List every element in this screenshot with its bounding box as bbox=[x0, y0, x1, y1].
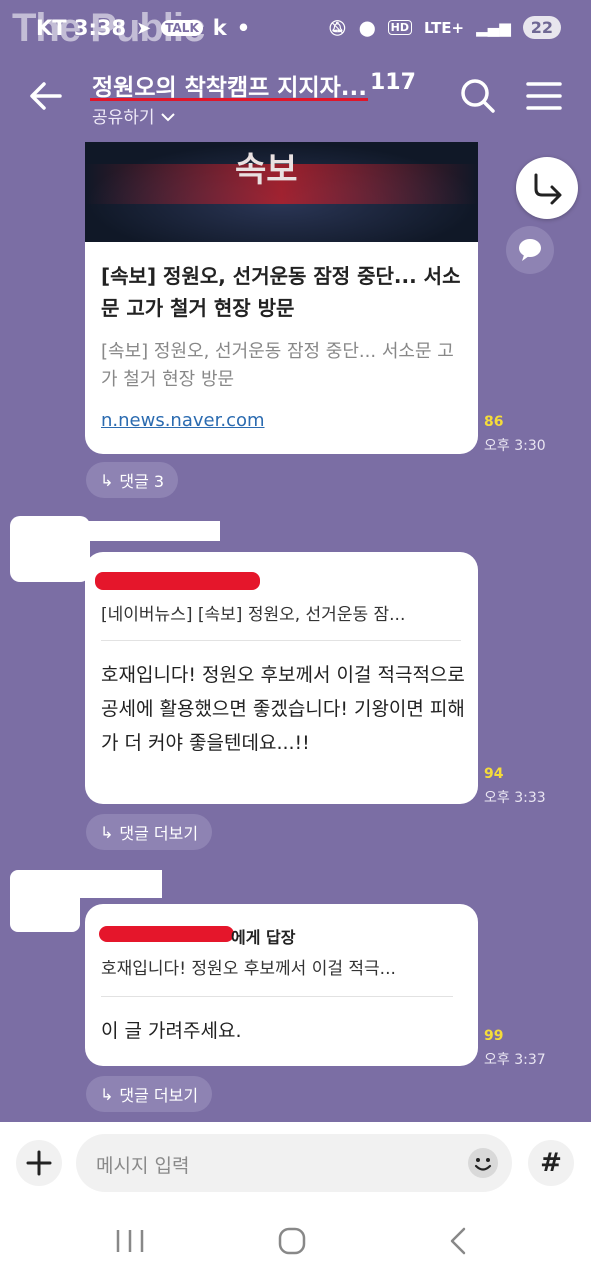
search-button[interactable] bbox=[458, 76, 498, 116]
member-count: 117 bbox=[370, 70, 416, 95]
reply-arrow-icon: ↳ bbox=[100, 470, 114, 490]
dot-icon: • bbox=[236, 16, 251, 40]
reply-thread-button[interactable]: ↳ 댓글 더보기 bbox=[86, 814, 213, 850]
thumbnail-text: 속보 bbox=[235, 150, 298, 190]
status-right: 🔕︎ ⬤ HD LTE+ ▂▄▆ 22 bbox=[328, 16, 561, 39]
recents-button[interactable] bbox=[110, 1226, 150, 1256]
battery-badge: 22 bbox=[522, 16, 561, 39]
unread-count: 86 bbox=[484, 414, 504, 430]
card-description: [속보] 정원오, 선거운동 잠정 중단... 서소문 고가 철거 현장 방문 bbox=[101, 341, 454, 390]
message-input-bar: 메시지 입력 # bbox=[0, 1122, 591, 1204]
redacted-sender-name bbox=[40, 521, 220, 541]
system-nav-bar bbox=[0, 1204, 591, 1280]
link-preview-card[interactable]: 속보 [속보] 정원오, 선거운동 잠정 중단... 서소문 고가 철거 현장 … bbox=[85, 142, 478, 454]
quote-divider bbox=[101, 640, 461, 641]
telegram-icon: ➤ bbox=[136, 17, 152, 39]
message-time: 오후 3:33 bbox=[484, 790, 546, 806]
comment-button[interactable] bbox=[506, 226, 554, 274]
talk-icon: TALK bbox=[161, 20, 203, 36]
reply-chip-label: 댓글 3 bbox=[119, 472, 165, 491]
reply-to-label: 에게 답장 bbox=[231, 928, 296, 947]
reply-arrow-icon: ↳ bbox=[100, 822, 114, 842]
hamburger-icon bbox=[526, 82, 562, 110]
home-button[interactable] bbox=[272, 1226, 312, 1256]
emoji-button[interactable] bbox=[466, 1146, 500, 1180]
chevron-left-icon bbox=[450, 1227, 466, 1255]
status-bar: The Public KT 3:38 ➤ TALK k • 🔕︎ ⬤ HD LT… bbox=[0, 0, 591, 60]
reply-message-bubble[interactable]: 에게 답장 호재입니다! 정원오 후보께서 이걸 적극... 이 글 가려주세요… bbox=[85, 904, 478, 1066]
message-bubble[interactable]: [네이버뉴스] [속보] 정원오, 선거운동 잠... 호재입니다! 정원오 후… bbox=[85, 552, 478, 804]
speech-bubble-icon bbox=[519, 239, 541, 261]
back-nav-button[interactable] bbox=[440, 1226, 480, 1256]
network-label: LTE+ bbox=[424, 18, 465, 37]
reply-thread-button[interactable]: ↳ 댓글 3 bbox=[86, 462, 179, 498]
forward-button[interactable] bbox=[516, 157, 578, 219]
message-text: 이 글 가려주세요. bbox=[101, 1020, 242, 1042]
arrow-left-icon bbox=[30, 82, 62, 110]
news-thumbnail: 속보 bbox=[85, 142, 478, 242]
location-icon: ⬤ bbox=[358, 18, 376, 37]
input-placeholder: 메시지 입력 bbox=[96, 1155, 190, 1177]
redacted-text bbox=[95, 572, 260, 590]
share-label: 공유하기 bbox=[92, 108, 155, 128]
home-icon bbox=[278, 1227, 306, 1255]
reply-chip-label: 댓글 더보기 bbox=[119, 824, 199, 843]
chevron-down-icon bbox=[161, 113, 175, 122]
redacted-text bbox=[99, 926, 234, 942]
carrier-time: KT 3:38 bbox=[36, 16, 127, 40]
status-left: KT 3:38 ➤ TALK k • bbox=[36, 16, 250, 40]
message-text: 호재입니다! 정원오 후보께서 이걸 적극적으로 공세에 활용했으면 좋겠습니다… bbox=[101, 664, 465, 754]
plus-icon bbox=[26, 1150, 52, 1176]
forward-arrow-icon bbox=[534, 173, 562, 205]
chat-header: 정원오의 착착캠프 지지자... 117 공유하기 bbox=[0, 60, 591, 140]
unread-count: 99 bbox=[484, 1028, 504, 1044]
reply-thread-button[interactable]: ↳ 댓글 더보기 bbox=[86, 1076, 213, 1112]
back-button[interactable] bbox=[26, 76, 66, 116]
search-icon bbox=[461, 79, 495, 113]
card-link[interactable]: n.news.naver.com bbox=[101, 410, 265, 431]
unread-count: 94 bbox=[484, 766, 504, 782]
chat-title[interactable]: 정원오의 착착캠프 지지자... bbox=[92, 68, 367, 102]
share-dropdown[interactable]: 공유하기 bbox=[92, 103, 176, 128]
recents-icon bbox=[116, 1230, 144, 1252]
hashtag-button[interactable]: # bbox=[528, 1140, 574, 1186]
k-icon: k bbox=[212, 16, 227, 40]
mute-icon: 🔕︎ bbox=[327, 18, 347, 37]
message-time: 오후 3:37 bbox=[484, 1052, 546, 1068]
reply-chip-label: 댓글 더보기 bbox=[119, 1086, 199, 1105]
message-input[interactable]: 메시지 입력 bbox=[76, 1134, 512, 1192]
smiley-icon bbox=[468, 1148, 498, 1178]
quoted-preview: [네이버뉴스] [속보] 정원오, 선거운동 잠... bbox=[101, 605, 406, 625]
redacted-sender-name bbox=[40, 870, 162, 898]
quoted-preview: 호재입니다! 정원오 후보께서 이걸 적극... bbox=[101, 959, 396, 979]
quote-divider bbox=[101, 996, 453, 997]
reply-arrow-icon: ↳ bbox=[100, 1084, 114, 1104]
title-underline bbox=[90, 98, 368, 101]
hd-icon: HD bbox=[387, 20, 412, 35]
signal-icon: ▂▄▆ bbox=[476, 18, 511, 37]
menu-button[interactable] bbox=[524, 78, 564, 114]
message-time: 오후 3:30 bbox=[484, 438, 546, 454]
attach-button[interactable] bbox=[16, 1140, 62, 1186]
card-title: [속보] 정원오, 선거운동 잠정 중단... 서소문 고가 철거 현장 방문 bbox=[101, 264, 461, 320]
